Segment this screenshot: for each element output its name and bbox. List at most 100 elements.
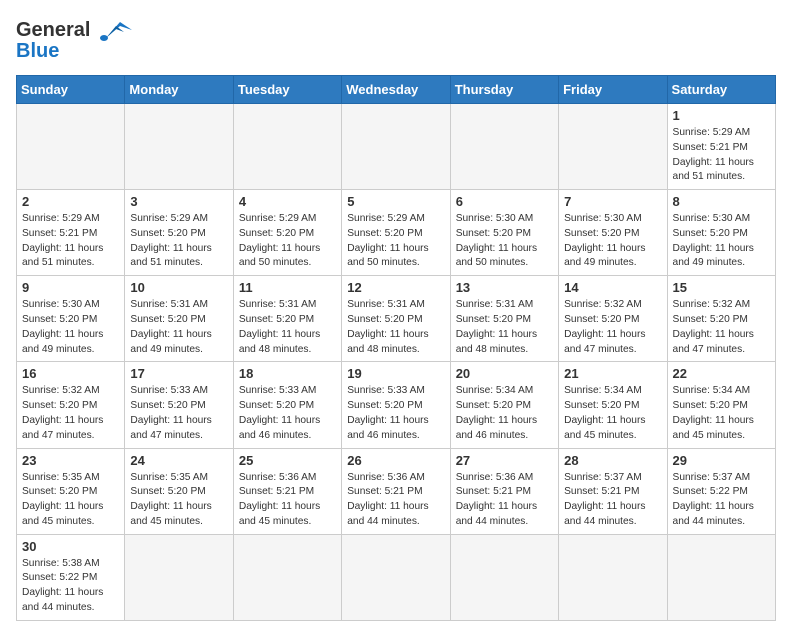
day-number: 4 [239, 194, 336, 209]
day-number: 6 [456, 194, 553, 209]
header: General Blue [16, 16, 776, 63]
calendar-cell: 15 Sunrise: 5:32 AMSunset: 5:20 PMDayligh… [667, 276, 775, 362]
day-info: Sunrise: 5:32 AMSunset: 5:20 PMDaylight:… [673, 298, 770, 357]
calendar-cell: 28 Sunrise: 5:37 AMSunset: 5:21 PMDayligh… [559, 448, 667, 534]
calendar-cell: 2 Sunrise: 5:29 AMSunset: 5:21 PMDaylight… [17, 190, 125, 276]
calendar: SundayMondayTuesdayWednesdayThursdayFrid… [16, 75, 776, 621]
week-row-3: 9Sunrise: 5:30 AMSunset: 5:20 PMDaylight… [17, 276, 776, 362]
day-info: Sunrise: 5:34 AMSunset: 5:20 PMDaylight:… [673, 384, 770, 443]
day-info: Sunrise: 5:29 AMSunset: 5:20 PMDaylight:… [130, 212, 227, 271]
calendar-cell: 25 Sunrise: 5:36 AMSunset: 5:21 PMDayligh… [233, 448, 341, 534]
calendar-cell: 30 Sunrise: 5:38 AMSunset: 5:22 PMDayligh… [17, 534, 125, 620]
calendar-cell: 19Sunrise: 5:33 AMSunset: 5:20 PMDayligh… [342, 362, 450, 448]
day-number: 21 [564, 366, 661, 381]
day-info: Sunrise: 5:33 AMSunset: 5:20 PMDaylight:… [130, 384, 227, 443]
logo-bird-icon [94, 16, 132, 44]
calendar-cell: 9Sunrise: 5:30 AMSunset: 5:20 PMDaylight… [17, 276, 125, 362]
day-info: Sunrise: 5:33 AMSunset: 5:20 PMDaylight:… [347, 384, 444, 443]
calendar-cell: 8 Sunrise: 5:30 AMSunset: 5:20 PMDaylight… [667, 190, 775, 276]
calendar-cell: 23 Sunrise: 5:35 AMSunset: 5:20 PMDayligh… [17, 448, 125, 534]
calendar-cell: 29Sunrise: 5:37 AMSunset: 5:22 PMDayligh… [667, 448, 775, 534]
day-info: Sunrise: 5:35 AMSunset: 5:20 PMDaylight:… [130, 471, 227, 530]
week-row-4: 16Sunrise: 5:32 AMSunset: 5:20 PMDayligh… [17, 362, 776, 448]
day-number: 23 [22, 453, 119, 468]
logo-blue-text: Blue [16, 40, 59, 63]
day-number: 16 [22, 366, 119, 381]
calendar-cell [342, 534, 450, 620]
day-info: Sunrise: 5:29 AMSunset: 5:21 PMDaylight:… [22, 212, 119, 271]
day-info: Sunrise: 5:29 AMSunset: 5:21 PMDaylight:… [673, 126, 770, 185]
weekday-header-sunday: Sunday [17, 76, 125, 104]
weekday-header-wednesday: Wednesday [342, 76, 450, 104]
day-info: Sunrise: 5:33 AMSunset: 5:20 PMDaylight:… [239, 384, 336, 443]
day-number: 12 [347, 280, 444, 295]
calendar-cell: 5Sunrise: 5:29 AMSunset: 5:20 PMDaylight… [342, 190, 450, 276]
calendar-cell [233, 104, 341, 190]
week-row-2: 2 Sunrise: 5:29 AMSunset: 5:21 PMDaylight… [17, 190, 776, 276]
day-number: 7 [564, 194, 661, 209]
day-info: Sunrise: 5:30 AMSunset: 5:20 PMDaylight:… [22, 298, 119, 357]
day-info: Sunrise: 5:36 AMSunset: 5:21 PMDaylight:… [239, 471, 336, 530]
day-number: 25 [239, 453, 336, 468]
day-number: 30 [22, 539, 119, 554]
day-info: Sunrise: 5:29 AMSunset: 5:20 PMDaylight:… [347, 212, 444, 271]
calendar-cell: 17 Sunrise: 5:33 AMSunset: 5:20 PMDayligh… [125, 362, 233, 448]
day-info: Sunrise: 5:30 AMSunset: 5:20 PMDaylight:… [456, 212, 553, 271]
calendar-cell [667, 534, 775, 620]
weekday-header-monday: Monday [125, 76, 233, 104]
day-info: Sunrise: 5:32 AMSunset: 5:20 PMDaylight:… [564, 298, 661, 357]
calendar-cell: 14 Sunrise: 5:32 AMSunset: 5:20 PMDayligh… [559, 276, 667, 362]
day-number: 28 [564, 453, 661, 468]
day-number: 20 [456, 366, 553, 381]
calendar-cell [125, 534, 233, 620]
calendar-cell: 22 Sunrise: 5:34 AMSunset: 5:20 PMDayligh… [667, 362, 775, 448]
day-info: Sunrise: 5:38 AMSunset: 5:22 PMDaylight:… [22, 557, 119, 616]
day-number: 2 [22, 194, 119, 209]
day-info: Sunrise: 5:31 AMSunset: 5:20 PMDaylight:… [130, 298, 227, 357]
weekday-header-row: SundayMondayTuesdayWednesdayThursdayFrid… [17, 76, 776, 104]
day-number: 14 [564, 280, 661, 295]
day-info: Sunrise: 5:30 AMSunset: 5:20 PMDaylight:… [673, 212, 770, 271]
weekday-header-tuesday: Tuesday [233, 76, 341, 104]
day-number: 18 [239, 366, 336, 381]
day-info: Sunrise: 5:31 AMSunset: 5:20 PMDaylight:… [239, 298, 336, 357]
day-number: 27 [456, 453, 553, 468]
calendar-cell: 10 Sunrise: 5:31 AMSunset: 5:20 PMDayligh… [125, 276, 233, 362]
day-number: 22 [673, 366, 770, 381]
day-number: 11 [239, 280, 336, 295]
day-info: Sunrise: 5:31 AMSunset: 5:20 PMDaylight:… [456, 298, 553, 357]
weekday-header-friday: Friday [559, 76, 667, 104]
calendar-cell: 6 Sunrise: 5:30 AMSunset: 5:20 PMDaylight… [450, 190, 558, 276]
week-row-6: 30 Sunrise: 5:38 AMSunset: 5:22 PMDayligh… [17, 534, 776, 620]
calendar-cell: 18 Sunrise: 5:33 AMSunset: 5:20 PMDayligh… [233, 362, 341, 448]
day-number: 1 [673, 108, 770, 123]
calendar-cell: 27 Sunrise: 5:36 AMSunset: 5:21 PMDayligh… [450, 448, 558, 534]
day-number: 13 [456, 280, 553, 295]
day-info: Sunrise: 5:35 AMSunset: 5:20 PMDaylight:… [22, 471, 119, 530]
day-info: Sunrise: 5:37 AMSunset: 5:22 PMDaylight:… [673, 471, 770, 530]
calendar-cell: 16Sunrise: 5:32 AMSunset: 5:20 PMDayligh… [17, 362, 125, 448]
logo: General Blue [16, 16, 132, 63]
day-number: 17 [130, 366, 227, 381]
calendar-cell [450, 534, 558, 620]
day-number: 15 [673, 280, 770, 295]
calendar-cell: 12Sunrise: 5:31 AMSunset: 5:20 PMDayligh… [342, 276, 450, 362]
calendar-cell [17, 104, 125, 190]
calendar-cell: 13 Sunrise: 5:31 AMSunset: 5:20 PMDayligh… [450, 276, 558, 362]
calendar-cell: 11 Sunrise: 5:31 AMSunset: 5:20 PMDayligh… [233, 276, 341, 362]
week-row-5: 23 Sunrise: 5:35 AMSunset: 5:20 PMDayligh… [17, 448, 776, 534]
weekday-header-thursday: Thursday [450, 76, 558, 104]
day-info: Sunrise: 5:36 AMSunset: 5:21 PMDaylight:… [347, 471, 444, 530]
calendar-cell: 21Sunrise: 5:34 AMSunset: 5:20 PMDayligh… [559, 362, 667, 448]
day-number: 3 [130, 194, 227, 209]
calendar-cell [559, 534, 667, 620]
calendar-cell: 7 Sunrise: 5:30 AMSunset: 5:20 PMDaylight… [559, 190, 667, 276]
day-info: Sunrise: 5:30 AMSunset: 5:20 PMDaylight:… [564, 212, 661, 271]
calendar-cell [125, 104, 233, 190]
calendar-cell: 3 Sunrise: 5:29 AMSunset: 5:20 PMDaylight… [125, 190, 233, 276]
day-info: Sunrise: 5:29 AMSunset: 5:20 PMDaylight:… [239, 212, 336, 271]
day-info: Sunrise: 5:37 AMSunset: 5:21 PMDaylight:… [564, 471, 661, 530]
day-number: 8 [673, 194, 770, 209]
day-number: 10 [130, 280, 227, 295]
day-info: Sunrise: 5:36 AMSunset: 5:21 PMDaylight:… [456, 471, 553, 530]
